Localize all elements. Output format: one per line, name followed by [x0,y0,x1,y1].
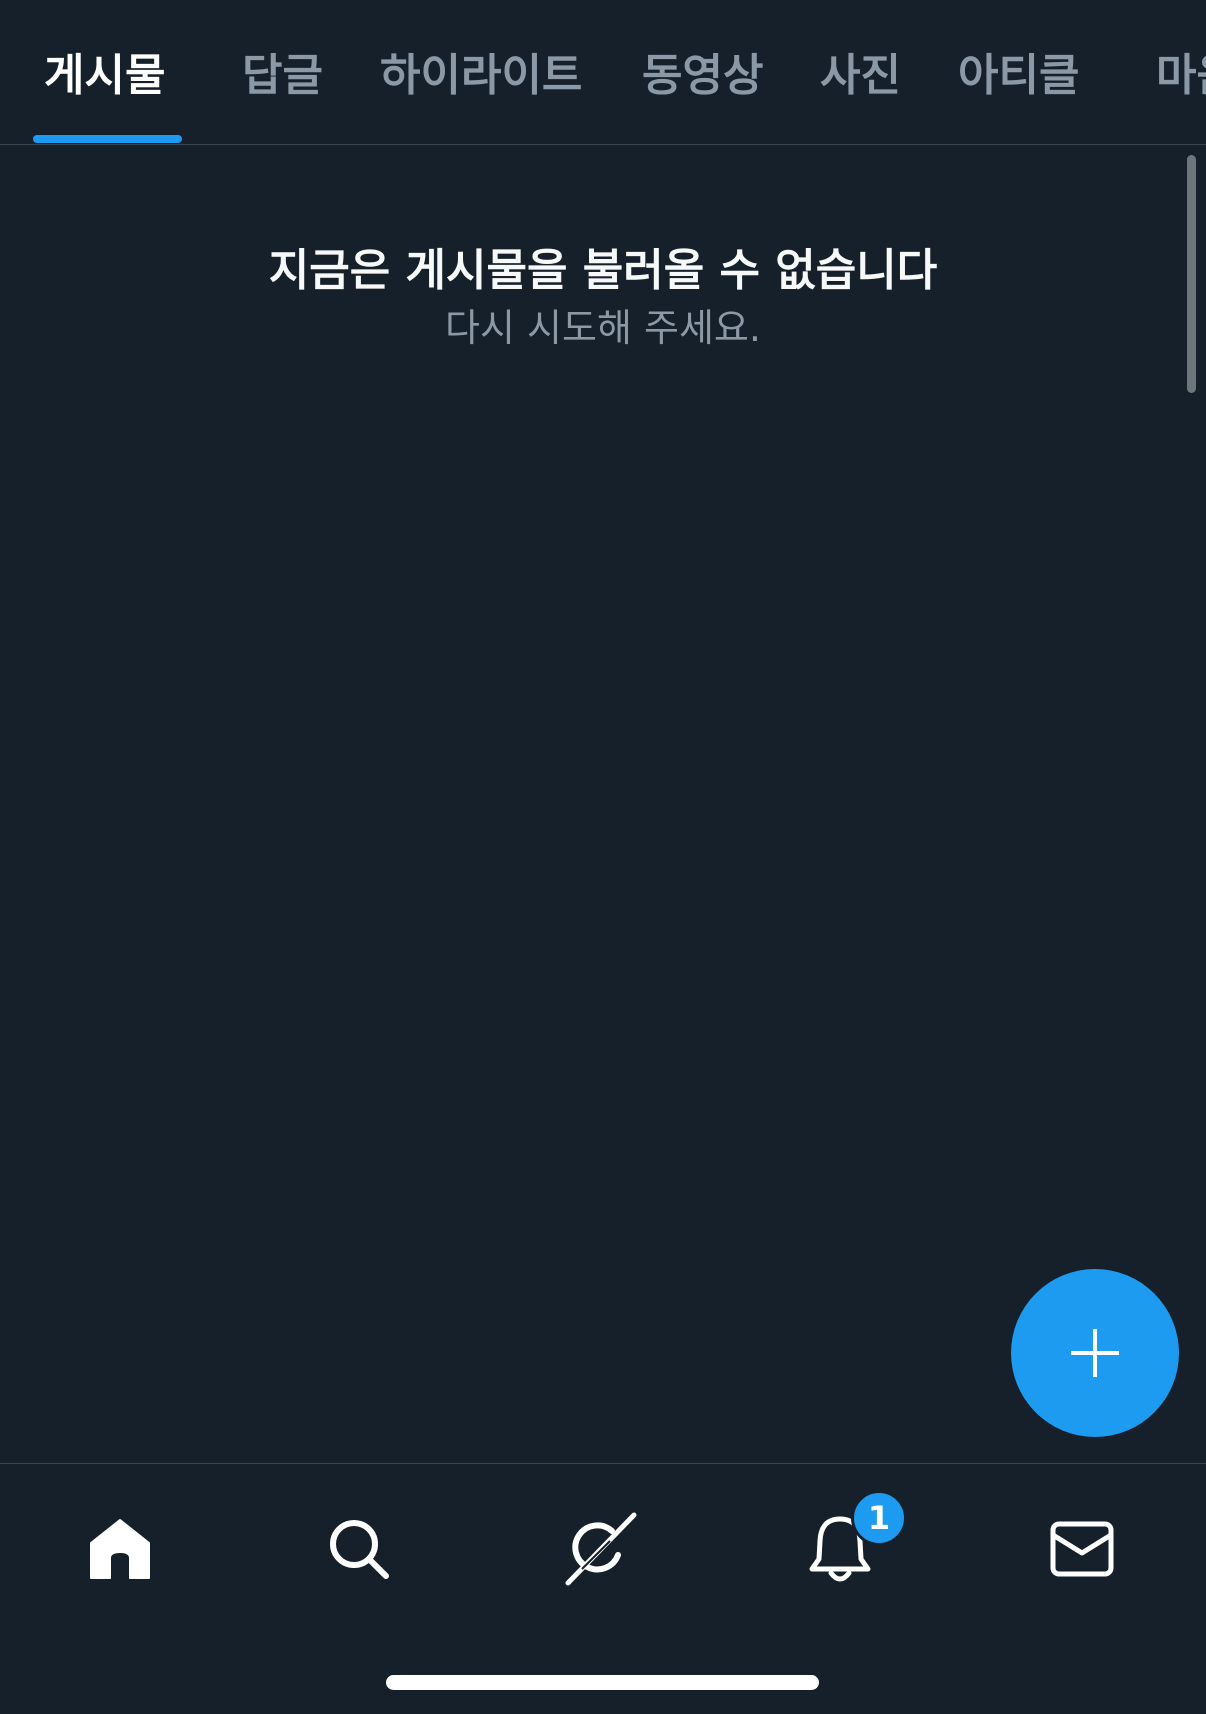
tab-articles[interactable]: 아티클 [958,46,1079,106]
timeline-content: 지금은 게시물을 불러올 수 없습니다 다시 시도해 주세요. [0,145,1206,1463]
active-tab-indicator [33,135,182,143]
nav-messages[interactable] [1037,1504,1127,1594]
tab-photos[interactable]: 사진 [820,46,901,106]
mail-icon [1049,1519,1115,1579]
plus-icon [1068,1326,1122,1380]
home-icon [87,1516,153,1582]
home-indicator[interactable] [386,1675,819,1690]
compose-post-button[interactable] [1011,1269,1179,1437]
tab-likes[interactable]: 마음 [1156,46,1206,106]
bottom-navigation: 1 [0,1463,1206,1714]
search-icon [326,1516,392,1582]
scrollbar[interactable] [1187,155,1196,393]
tab-videos[interactable]: 동영상 [642,46,763,106]
grok-icon [560,1509,640,1589]
tab-highlights[interactable]: 하이라이트 [380,46,582,106]
nav-search[interactable] [314,1504,404,1594]
notification-badge: 1 [851,1490,907,1546]
nav-grok[interactable] [555,1504,645,1594]
nav-home[interactable] [75,1504,165,1594]
empty-state-title: 지금은 게시물을 불러올 수 없습니다 [268,245,938,296]
tab-posts[interactable]: 게시물 [44,46,165,106]
tab-replies[interactable]: 답글 [242,46,323,106]
empty-state-subtitle: 다시 시도해 주세요. [445,306,761,350]
profile-tab-bar: 게시물 답글 하이라이트 동영상 사진 아티클 마음 [0,0,1206,145]
